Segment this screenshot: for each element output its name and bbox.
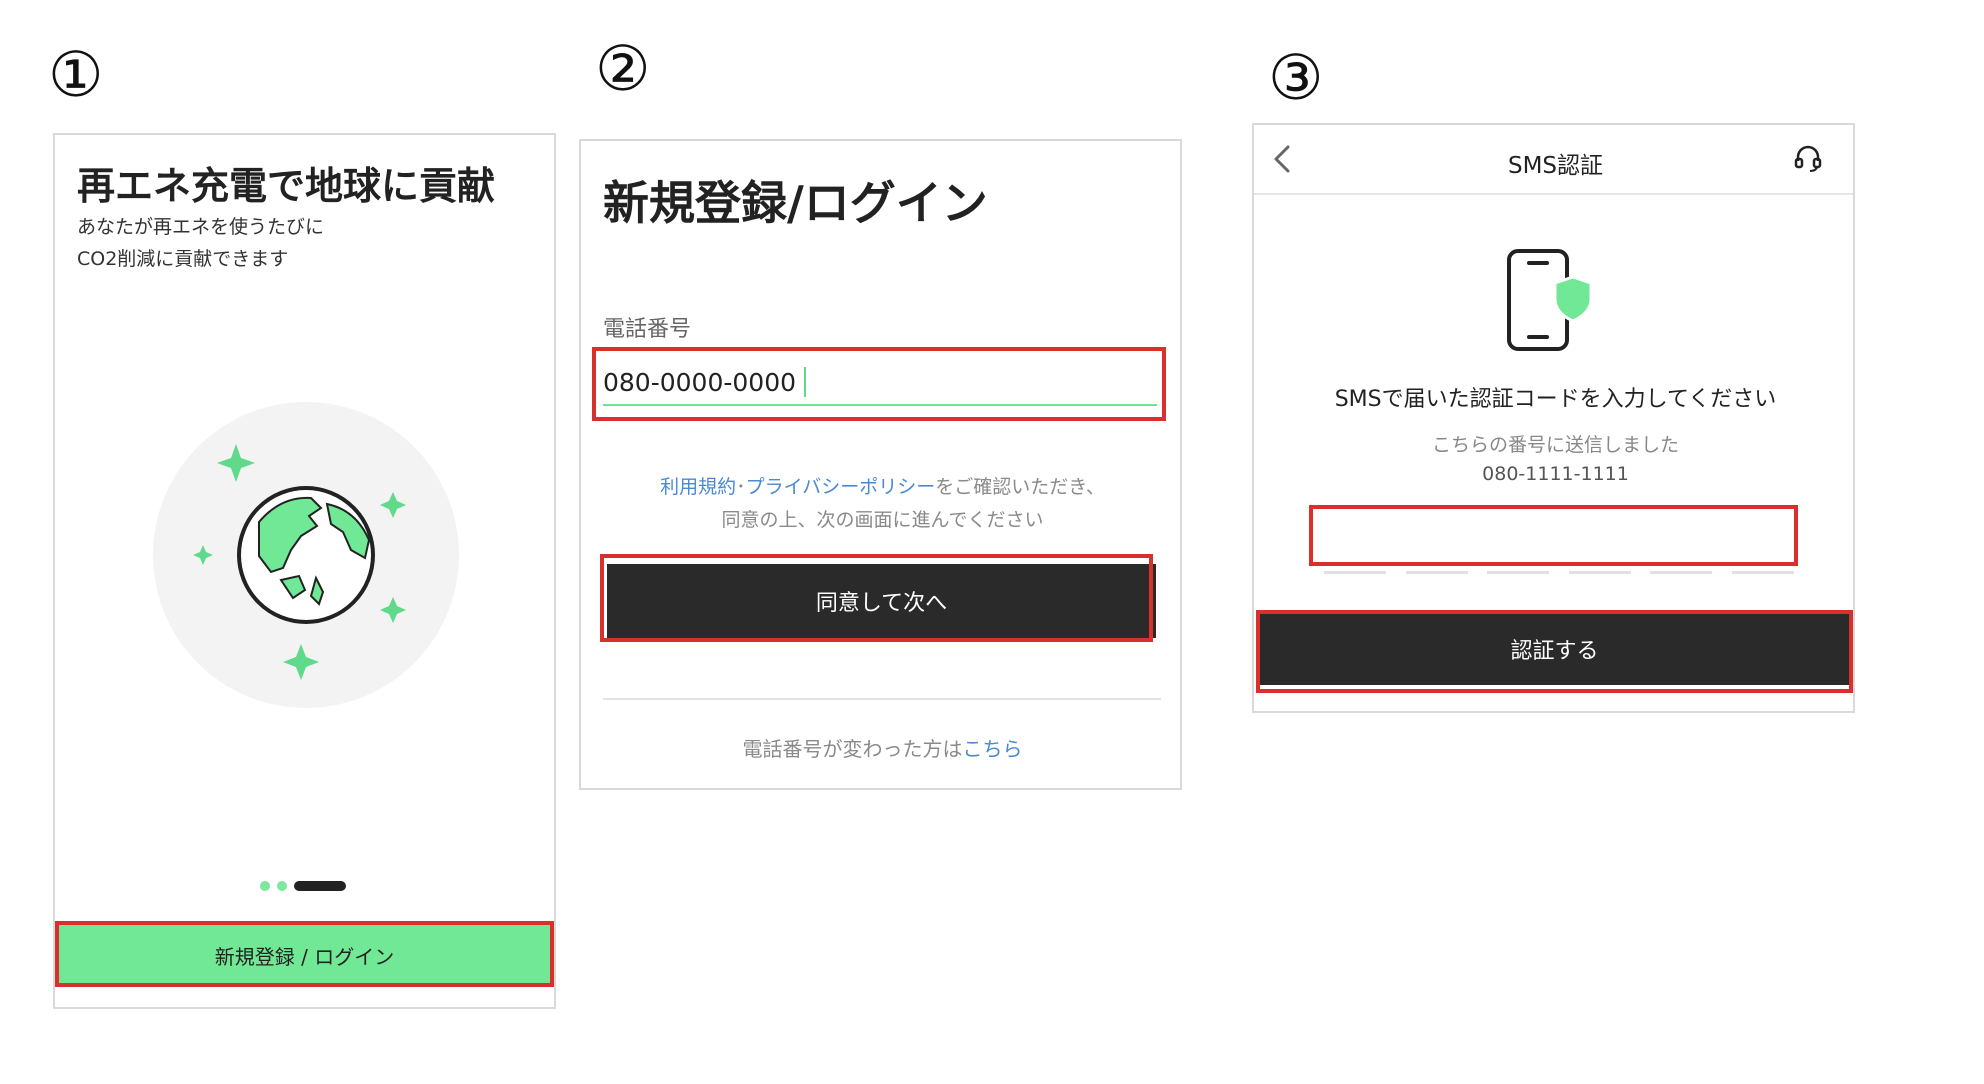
header-title: SMS認証 bbox=[1507, 153, 1604, 179]
sent-phone-number: 080-1111-1111 bbox=[1482, 463, 1629, 485]
verification-code-input[interactable] bbox=[1324, 571, 1794, 574]
page-dot bbox=[260, 881, 270, 891]
onboarding-subtitle-line2: CO2削減に貢献できます bbox=[77, 248, 289, 270]
sms-instruction: SMSで届いた認証コードを入力してください bbox=[1334, 387, 1777, 412]
code-digit-slot[interactable] bbox=[1487, 571, 1550, 574]
privacy-policy-link[interactable]: プライバシーポリシー bbox=[746, 476, 936, 498]
page-indicator bbox=[260, 881, 346, 891]
highlight-box-signup-button bbox=[55, 921, 554, 987]
terms-of-use-link[interactable]: 利用規約 bbox=[660, 476, 736, 498]
phone-shield-icon bbox=[1507, 249, 1593, 351]
divider bbox=[603, 698, 1161, 700]
terms-text: をご確認いただき、 bbox=[935, 476, 1105, 498]
code-digit-slot[interactable] bbox=[1568, 571, 1631, 574]
terms-text-line2: 同意の上、次の画面に進んでください bbox=[721, 509, 1044, 531]
phone-changed-text: 電話番号が変わった方は bbox=[742, 737, 963, 761]
code-digit-slot[interactable] bbox=[1731, 571, 1794, 574]
phone-label: 電話番号 bbox=[603, 317, 692, 342]
onboarding-subtitle: あなたが再エネを使うたびに CO2削減に貢献できます bbox=[77, 211, 324, 275]
step-number-3: ③ bbox=[1268, 41, 1324, 114]
headset-icon[interactable] bbox=[1792, 143, 1824, 175]
step-number-1: ① bbox=[48, 38, 104, 111]
page-dot-active bbox=[294, 881, 346, 891]
highlight-box-agree-button bbox=[600, 554, 1153, 642]
sent-notice: こちらの番号に送信しました bbox=[1431, 434, 1679, 456]
onboarding-title: 再エネ充電で地球に貢献 bbox=[77, 164, 496, 208]
onboarding-screen: 再エネ充電で地球に貢献 あなたが再エネを使うたびに CO2削減に貢献できます 新… bbox=[53, 133, 556, 1009]
globe-with-sparkles-icon bbox=[153, 402, 459, 708]
signup-title: 新規登録/ログイン bbox=[603, 176, 988, 230]
terms-notice: 利用規約･プライバシーポリシーをご確認いただき、 同意の上、次の画面に進んでくだ… bbox=[581, 471, 1180, 537]
onboarding-subtitle-line1: あなたが再エネを使うたびに bbox=[77, 216, 325, 238]
highlight-box-phone-input bbox=[592, 347, 1166, 421]
page-dot bbox=[277, 881, 287, 891]
step-number-2: ② bbox=[595, 32, 651, 105]
phone-changed-link[interactable]: こちら bbox=[963, 737, 1023, 761]
signup-screen: 新規登録/ログイン 電話番号 080-0000-0000 利用規約･プライバシー… bbox=[579, 139, 1182, 790]
code-digit-slot[interactable] bbox=[1650, 571, 1713, 574]
code-digit-slot[interactable] bbox=[1324, 571, 1386, 574]
highlight-box-code-input bbox=[1309, 505, 1798, 566]
phone-changed-notice: 電話番号が変わった方はこちら bbox=[581, 733, 1180, 762]
terms-separator: ･ bbox=[736, 476, 746, 498]
code-digit-slot[interactable] bbox=[1405, 571, 1468, 574]
nav-header: SMS認証 bbox=[1254, 125, 1853, 195]
highlight-box-verify-button bbox=[1256, 610, 1853, 693]
